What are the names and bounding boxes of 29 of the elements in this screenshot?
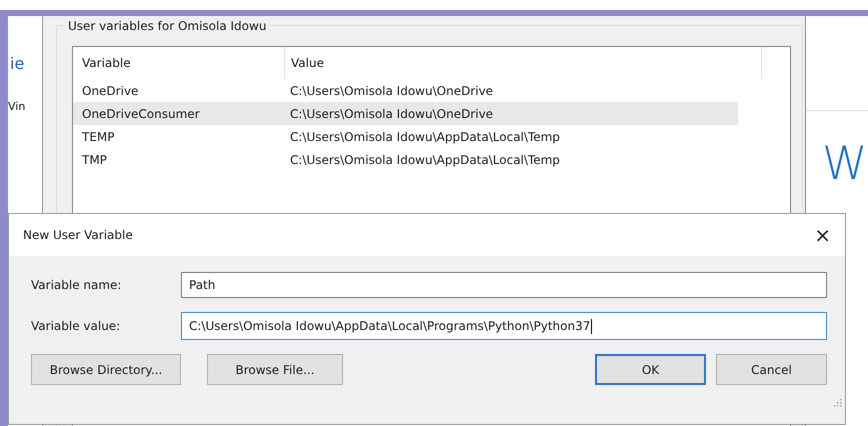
field-label: Variable value: (31, 319, 122, 333)
table-cell-text: OneDriveConsumer (81, 106, 201, 120)
column-header[interactable]: Variable (73, 47, 285, 79)
dialog-button[interactable]: OK (595, 354, 706, 385)
table-row[interactable]: OneDriveConsumer C:\Users\Omisola Idowu\OneDrive (73, 102, 738, 125)
input-field[interactable]: Path (181, 272, 827, 298)
table-cell-text: TMP (81, 152, 108, 166)
resize-grip-icon[interactable] (834, 399, 842, 407)
table-row[interactable]: TMP C:\Users\Omisola Idowu\AppData\Local\Temp (73, 148, 738, 171)
table-cell-text: TEMP (81, 130, 116, 144)
column-header[interactable]: Value (285, 47, 762, 79)
window-text: Vin (8, 100, 26, 113)
heading-text: W (822, 136, 868, 190)
window-text: ie (10, 54, 24, 73)
table-cell-text: C:\Users\Omisola Idowu\AppData\Local\Temp (289, 152, 560, 166)
close-button[interactable]: × (808, 223, 837, 247)
table-row[interactable]: TEMP C:\Users\Omisola Idowu\AppData\Local\Temp (73, 125, 738, 148)
dialog-button[interactable]: Browse Directory... (31, 354, 181, 385)
table-row[interactable]: OneDrive C:\Users\Omisola Idowu\OneDrive (73, 79, 738, 102)
dialog-button[interactable]: Browse File... (207, 354, 343, 385)
table-cell-text: C:\Users\Omisola Idowu\OneDrive (289, 84, 494, 98)
group-title: User variables for Omisola Idowu (65, 19, 270, 33)
table-cell-text: OneDrive (81, 84, 140, 98)
table-cell-text: C:\Users\Omisola Idowu\OneDrive (289, 106, 494, 120)
input-field[interactable]: C:\Users\Omisola Idowu\AppData\Local\Programs\Python\Python37 (181, 312, 827, 340)
field-label: Variable name: (31, 278, 122, 292)
table-cell-text: C:\Users\Omisola Idowu\AppData\Local\Temp (289, 130, 560, 144)
window-title: New User Variable (23, 228, 133, 242)
dialog-button[interactable]: Cancel (716, 354, 827, 385)
